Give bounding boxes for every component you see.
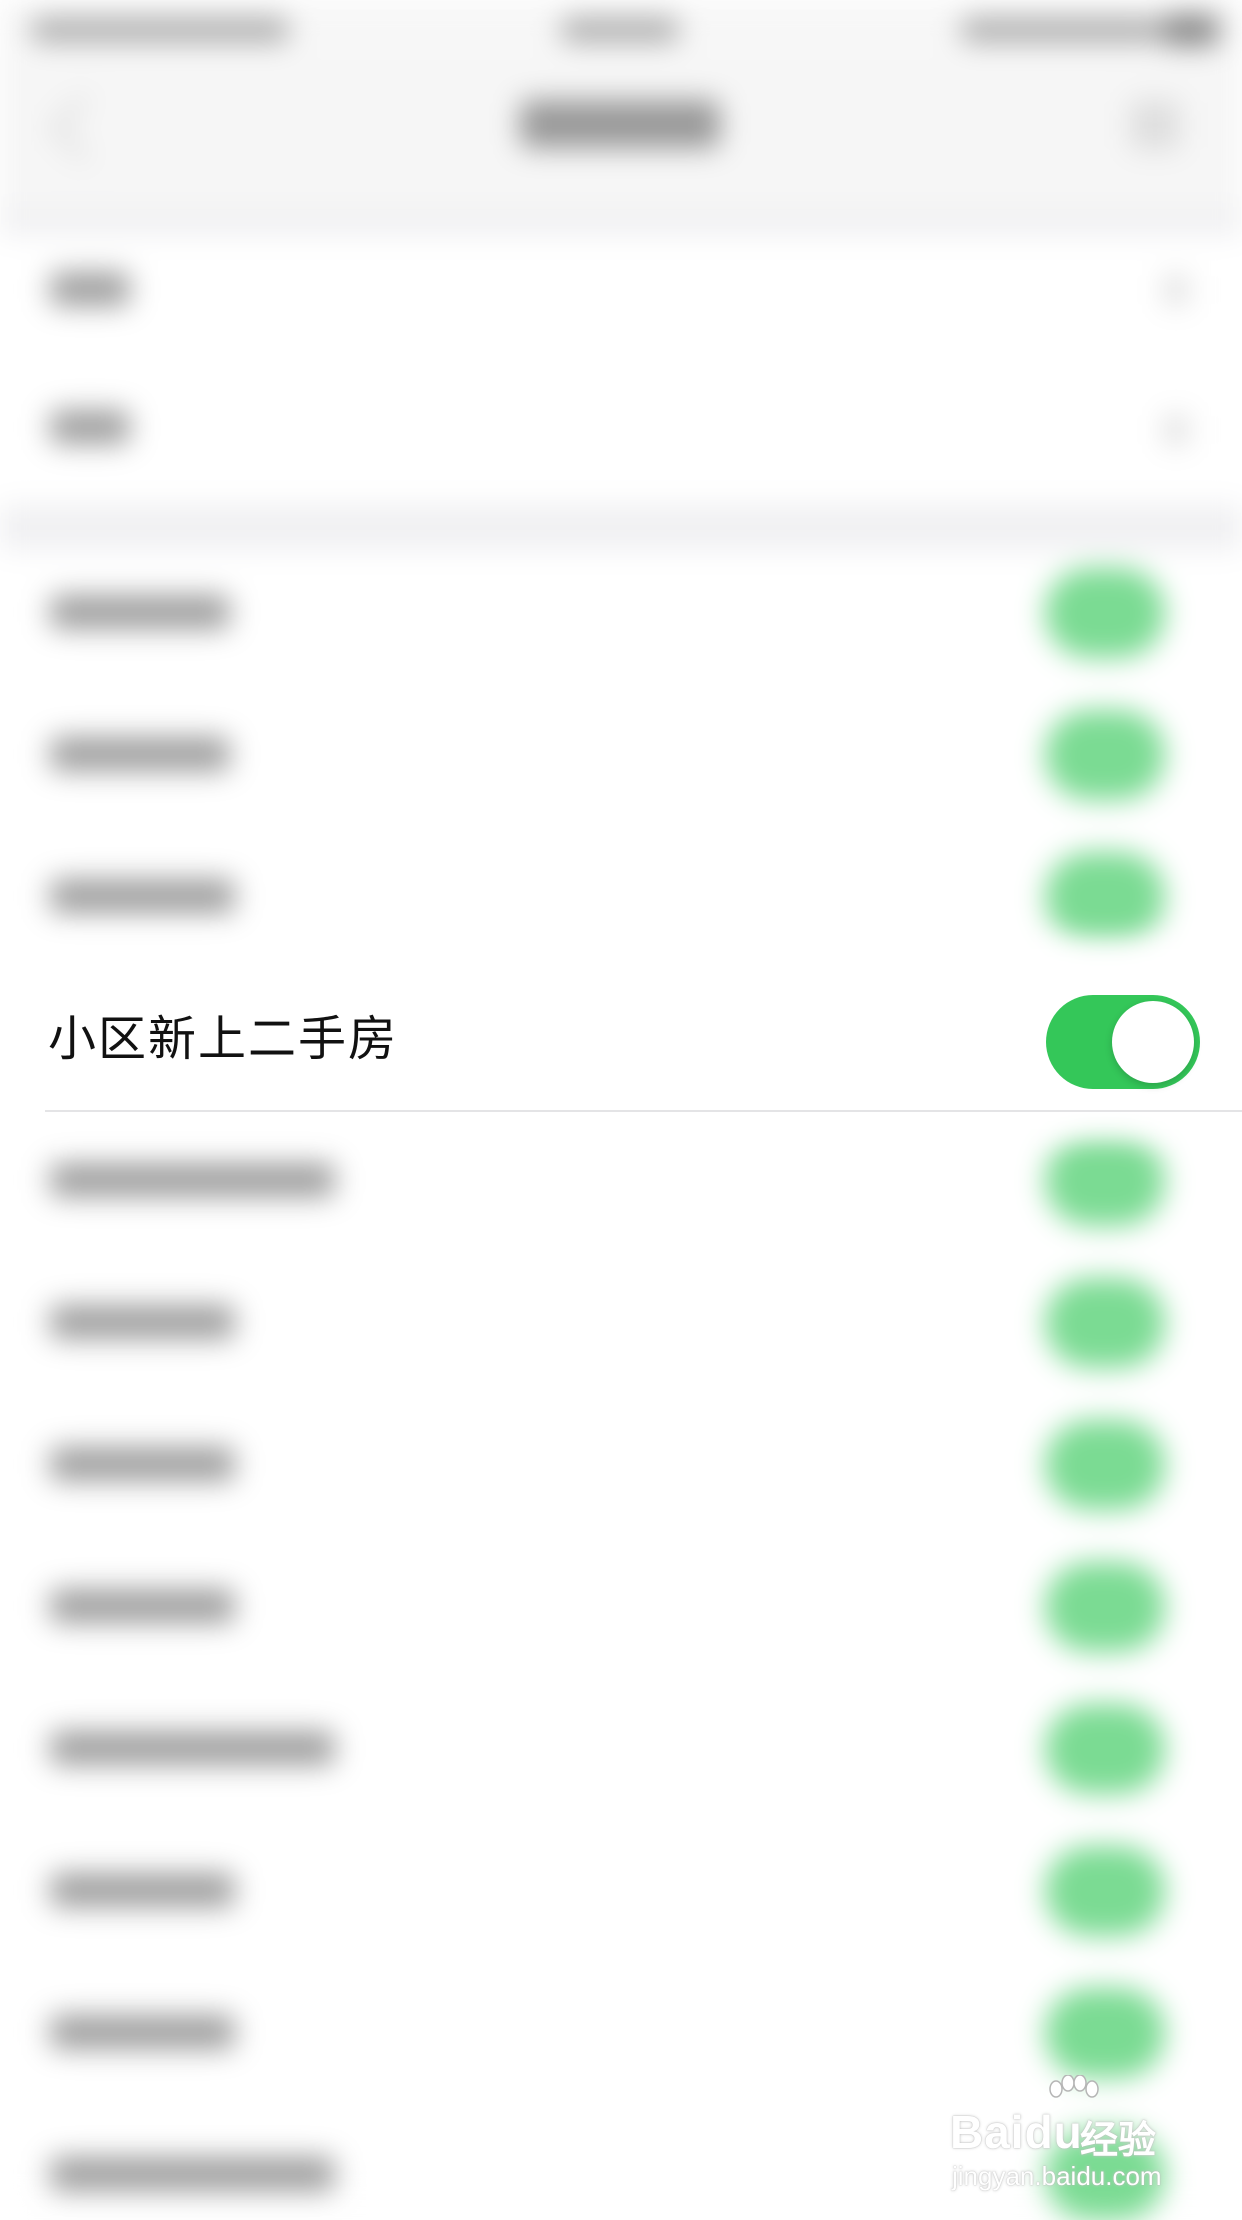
watermark-brand: Baidu: [950, 2106, 1083, 2158]
baidu-jingyan-watermark: Baidu 经验 jingyan.baidu.com: [950, 2075, 1190, 2191]
setting-row-label: 小区新上二手房: [48, 1011, 399, 1067]
row-divider-bottom: [45, 1110, 1242, 1112]
watermark-url: jingyan.baidu.com: [952, 2161, 1162, 2191]
watermark-sub: 经验: [1080, 2118, 1157, 2162]
more-icon: [1130, 100, 1180, 150]
nav-title-blurred: [520, 100, 720, 148]
setting-row-new-secondhand: 小区新上二手房: [0, 968, 1242, 1110]
toggle-knob: [1112, 1001, 1194, 1083]
status-bar: [0, 0, 1242, 60]
new-secondhand-toggle[interactable]: [1046, 995, 1200, 1089]
